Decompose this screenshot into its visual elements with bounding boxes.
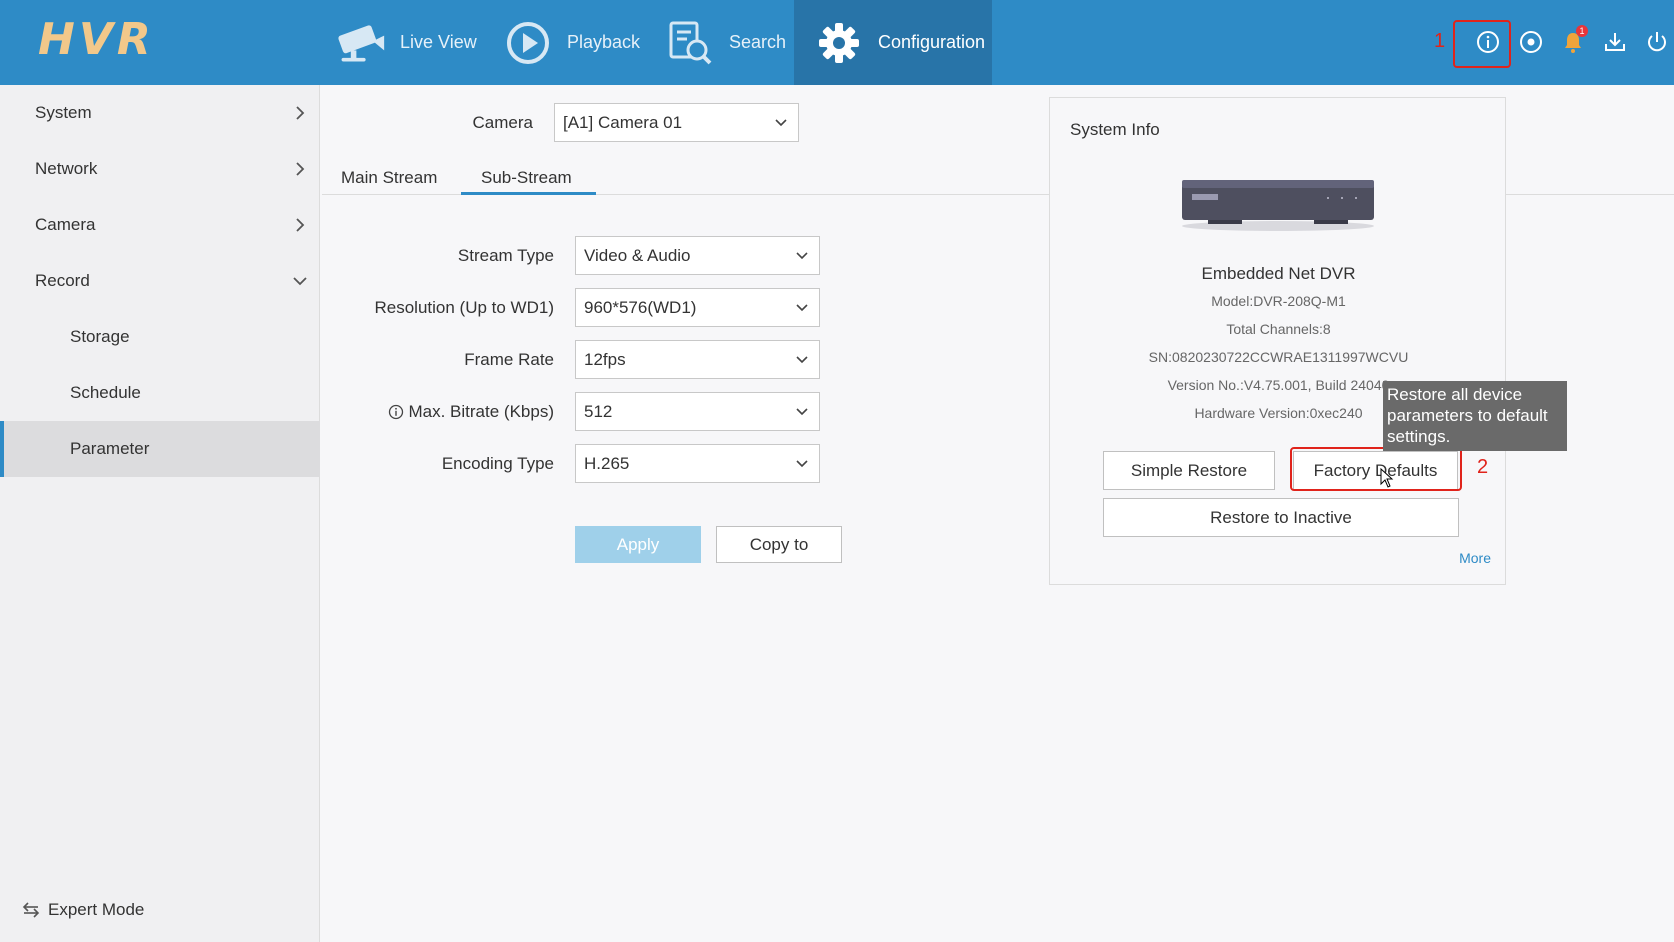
annotation-2: 2 <box>1477 456 1489 478</box>
swap-icon <box>22 902 40 918</box>
encoding-type-label: Encoding Type <box>441 454 554 473</box>
max-bitrate-select[interactable]: 512 <box>575 392 820 431</box>
total-channels: Total Channels:8 <box>1226 321 1331 337</box>
tab-sub-stream[interactable]: Sub-Stream <box>481 168 572 188</box>
nav-live-view[interactable]: Live View <box>336 0 477 85</box>
chevron-right-icon <box>296 106 305 120</box>
sidebar-item-label: Storage <box>70 327 130 346</box>
search-icon <box>665 18 715 68</box>
top-navigation-bar: HVR Live View Playback Search Configurat… <box>0 0 1674 85</box>
sidebar-item-system[interactable]: System <box>0 85 320 141</box>
chevron-down-icon <box>293 277 307 286</box>
sidebar-item-camera[interactable]: Camera <box>0 197 320 253</box>
apply-button[interactable]: Apply <box>575 526 701 563</box>
chevron-down-icon <box>796 356 808 364</box>
info-circle-icon[interactable] <box>388 404 404 420</box>
chevron-right-icon <box>296 218 305 232</box>
play-icon <box>503 18 553 68</box>
expert-mode-label: Expert Mode <box>48 900 145 919</box>
device-model: Model:DVR-208Q-M1 <box>1211 293 1346 309</box>
nav-configuration-label: Configuration <box>878 32 986 52</box>
frame-rate-select[interactable]: 12fps <box>575 340 820 379</box>
camera-label: Camera <box>472 113 533 132</box>
sidebar-item-network[interactable]: Network <box>0 141 320 197</box>
expert-mode-toggle[interactable]: Expert Mode <box>22 900 144 920</box>
gear-icon <box>814 18 864 68</box>
mouse-cursor-icon <box>1380 468 1394 488</box>
tab-main-stream[interactable]: Main Stream <box>341 168 437 188</box>
info-icon[interactable] <box>1471 24 1505 60</box>
system-info-panel: System Info Embedded Net DVR Model:DVR-2… <box>1049 97 1506 585</box>
brand-logo: HVR <box>38 14 155 65</box>
frame-rate-value: 12fps <box>584 349 626 369</box>
sidebar-item-label: Schedule <box>70 383 141 402</box>
stream-type-label: Stream Type <box>457 246 554 265</box>
max-bitrate-value: 512 <box>584 401 613 421</box>
power-icon[interactable] <box>1640 24 1674 60</box>
camera-select[interactable]: [A1] Camera 01 <box>554 103 799 142</box>
resolution-select[interactable]: 960*576(WD1) <box>575 288 820 327</box>
sidebar-item-label: Record <box>35 271 90 290</box>
resolution-label: Resolution (Up to WD1) <box>374 298 554 317</box>
nav-playback-label: Playback <box>567 32 641 52</box>
camera-select-value: [A1] Camera 01 <box>563 112 683 132</box>
resolution-value: 960*576(WD1) <box>584 297 697 317</box>
sidebar-item-label: System <box>35 103 92 122</box>
factory-defaults-tooltip: Restore all device parameters to default… <box>1383 381 1567 451</box>
highlight-factory-defaults-box <box>1290 447 1462 491</box>
annotation-1: 1 <box>1434 30 1446 52</box>
frame-rate-label: Frame Rate <box>464 350 554 369</box>
sidebar-item-schedule[interactable]: Schedule <box>0 365 320 421</box>
stream-type-select[interactable]: Video & Audio <box>575 236 820 275</box>
sidebar-item-label: Network <box>35 159 98 178</box>
chevron-down-icon <box>796 304 808 312</box>
sidebar-item-label: Camera <box>35 215 96 234</box>
nav-search-label: Search <box>729 32 787 52</box>
bell-icon[interactable]: 1 <box>1556 24 1590 60</box>
sidebar-item-label: Parameter <box>70 439 150 458</box>
nav-live-view-label: Live View <box>400 32 477 52</box>
sidebar: System Network Camera Record Storage Sch… <box>0 85 320 942</box>
simple-restore-button[interactable]: Simple Restore <box>1103 451 1275 490</box>
chevron-down-icon <box>796 460 808 468</box>
nav-search[interactable]: Search <box>665 0 786 85</box>
device-name: Embedded Net DVR <box>1201 264 1356 283</box>
encoding-type-value: H.265 <box>584 453 630 473</box>
sidebar-item-storage[interactable]: Storage <box>0 309 320 365</box>
chevron-right-icon <box>296 162 305 176</box>
chevron-down-icon <box>775 119 787 127</box>
chevron-down-icon <box>796 408 808 416</box>
restore-to-inactive-button[interactable]: Restore to Inactive <box>1103 498 1459 537</box>
record-status-icon[interactable] <box>1514 24 1548 60</box>
dvr-device-icon <box>1182 180 1374 231</box>
more-link[interactable]: More <box>1459 550 1491 566</box>
sidebar-item-parameter[interactable]: Parameter <box>0 421 320 477</box>
download-icon[interactable] <box>1598 24 1632 60</box>
nav-playback[interactable]: Playback <box>503 0 640 85</box>
serial-number: SN:0820230722CCWRAE1311997WCVU <box>1148 349 1409 365</box>
max-bitrate-label: Max. Bitrate (Kbps) <box>330 402 554 422</box>
active-tab-indicator <box>461 192 596 195</box>
sidebar-item-record[interactable]: Record <box>0 253 320 309</box>
chevron-down-icon <box>796 252 808 260</box>
copy-to-button[interactable]: Copy to <box>716 526 842 563</box>
system-info-title: System Info <box>1070 120 1160 139</box>
camera-icon <box>336 18 386 68</box>
notification-badge: 1 <box>1576 25 1588 37</box>
nav-configuration[interactable]: Configuration <box>794 0 992 85</box>
stream-type-value: Video & Audio <box>584 245 691 265</box>
max-bitrate-label-text: Max. Bitrate (Kbps) <box>408 402 555 421</box>
encoding-type-select[interactable]: H.265 <box>575 444 820 483</box>
